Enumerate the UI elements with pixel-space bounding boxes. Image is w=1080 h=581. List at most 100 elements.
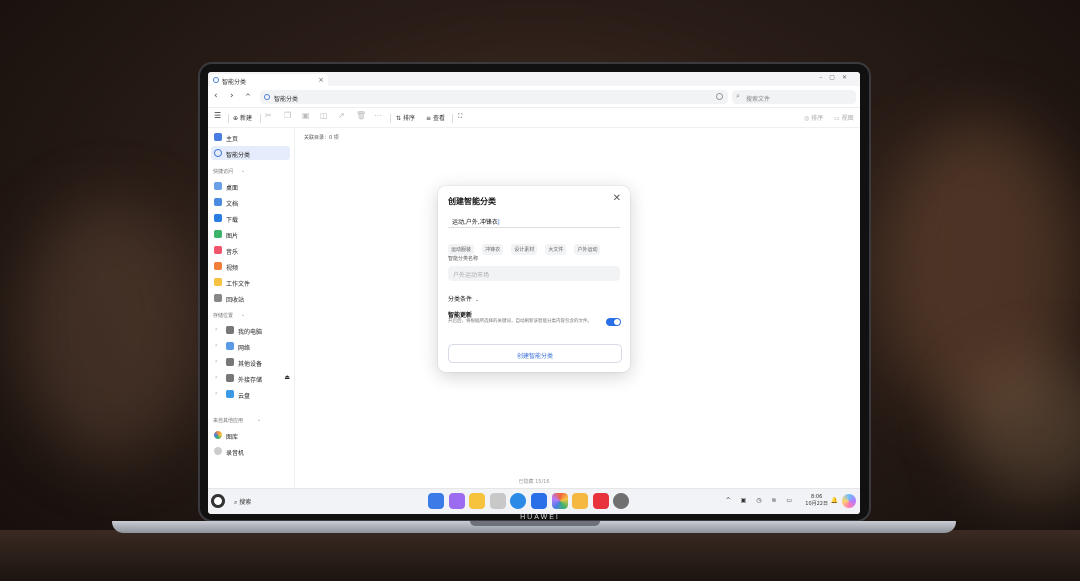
chevron-right-icon[interactable]: ›	[215, 358, 217, 365]
browser-icon[interactable]	[510, 493, 527, 509]
right-tool-2[interactable]: ▭ 视图	[834, 113, 854, 122]
close-tab-icon[interactable]: ×	[318, 76, 324, 84]
sidebar-item-music[interactable]: 音乐	[211, 243, 290, 257]
view-icon: ≡	[426, 115, 432, 122]
delete-icon[interactable]: 🗑	[356, 111, 366, 120]
copy-icon[interactable]: ❐	[284, 111, 291, 120]
sort-button[interactable]: ⇅ 排序	[396, 113, 415, 122]
sidebar-item-cloud[interactable]: › 云盘	[211, 387, 290, 401]
photos-icon[interactable]	[551, 493, 568, 509]
music-icon	[214, 246, 222, 254]
sidebar-item-label: 音乐	[226, 249, 239, 256]
fullscreen-icon[interactable]: ⛶	[458, 113, 462, 121]
app-store-icon[interactable]	[592, 493, 609, 509]
settings-icon[interactable]	[613, 493, 630, 509]
keyword-input-value: 运动,户外,冲锋衣	[452, 219, 498, 226]
keyword-tag[interactable]: 大文件	[545, 244, 567, 255]
sidebar-item-label: 云盘	[238, 393, 251, 400]
window-controls[interactable]: –▢✕	[819, 74, 854, 81]
clock[interactable]: 8:06 10月22日	[805, 494, 828, 508]
keyword-tag[interactable]: 冲锋衣	[482, 244, 504, 255]
laptop-hinge	[470, 521, 600, 526]
window-tab[interactable]: 智能分类 ×	[210, 74, 328, 86]
taskbar-search[interactable]: ⌕ 搜索	[234, 497, 251, 507]
view-label: 查看	[432, 115, 445, 122]
taskbar-apps	[428, 493, 634, 511]
sidebar-item-documents[interactable]: 文档	[211, 195, 290, 209]
keyword-tag[interactable]: 户外运动	[574, 244, 601, 255]
other-apps-heading[interactable]: 来自其他应用 ⌄	[213, 417, 261, 424]
menu-icon[interactable]: ☰	[214, 111, 221, 120]
sidebar-item-downloads[interactable]: 下载	[211, 211, 290, 225]
sidebar-item-gallery[interactable]: 图库	[211, 428, 290, 442]
sidebar-item-work-files[interactable]: 工作文件	[211, 275, 290, 289]
sidebar-item-pictures[interactable]: 图片	[211, 227, 290, 241]
notes-app-icon[interactable]	[469, 493, 486, 509]
sort-icon: ⇅	[396, 115, 402, 122]
category-name-placeholder: 户外运动市场	[453, 272, 490, 279]
document-icon	[214, 198, 222, 206]
sidebar-item-recycle-bin[interactable]: 回收站	[211, 291, 290, 305]
create-smart-category-button[interactable]: 创建智能分类	[448, 344, 622, 363]
sidebar-item-network[interactable]: › 网络	[211, 339, 290, 353]
category-name-input[interactable]: 户外运动市场	[448, 266, 620, 281]
sidebar-item-desktop[interactable]: 桌面	[211, 179, 290, 193]
brand-label: HUAWEI	[520, 514, 560, 521]
chevron-right-icon[interactable]: ›	[215, 390, 217, 397]
sidebar-item-recorder[interactable]: 录音机	[211, 444, 290, 458]
gallery-app-icon[interactable]	[448, 493, 465, 509]
sidebar-item-external-storage[interactable]: › 外接存储 ⏏	[211, 371, 290, 385]
cut-icon[interactable]: ✂	[265, 111, 272, 120]
chevron-right-icon[interactable]: ›	[215, 374, 217, 381]
download-icon	[214, 214, 222, 222]
trash-icon	[214, 294, 222, 302]
refresh-icon[interactable]	[716, 93, 723, 100]
right-tool-1[interactable]: ◎ 排序	[804, 113, 823, 122]
conditions-toggle[interactable]: 分类条件 ⌄	[448, 294, 479, 303]
back-button[interactable]: ‹	[214, 91, 218, 101]
rename-icon[interactable]: ◫	[320, 111, 328, 120]
share-icon[interactable]: ↗	[338, 111, 345, 120]
quick-access-heading[interactable]: 快捷访问 ⌄	[213, 168, 245, 175]
address-bar[interactable]: 智能分类	[260, 90, 728, 104]
assistant-icon[interactable]	[842, 494, 856, 508]
notification-icon[interactable]: 🔔	[831, 497, 838, 504]
eject-icon[interactable]: ⏏	[284, 374, 290, 381]
search-input[interactable]: ⌕ 搜索文件	[732, 90, 856, 104]
sidebar-item-my-computer[interactable]: › 我的电脑	[211, 323, 290, 337]
keyword-tag[interactable]: 设计素材	[511, 244, 538, 255]
new-button[interactable]: ⊕ 新建	[233, 113, 252, 122]
memo-icon[interactable]	[572, 493, 589, 509]
forward-button[interactable]: ›	[230, 91, 234, 101]
keyword-tag[interactable]: 运动服装	[448, 244, 475, 255]
sidebar-item-home[interactable]: 主页	[211, 130, 290, 144]
conditions-label: 分类条件	[448, 296, 473, 303]
create-smart-category-dialog: 创建智能分类 ✕ 运动,户外,冲锋衣| 运动服装 冲锋衣 设计素材 大文件 户外…	[438, 186, 630, 372]
view-button[interactable]: ≡ 查看	[426, 113, 445, 122]
storage-heading[interactable]: 存储位置 ⌄	[213, 312, 245, 319]
sidebar-item-other-devices[interactable]: › 其他设备	[211, 355, 290, 369]
sidebar-item-videos[interactable]: 视频	[211, 259, 290, 273]
taskbar-search-label: 搜索	[239, 499, 252, 506]
mail-icon[interactable]	[530, 493, 547, 509]
smart-update-switch[interactable]	[606, 318, 621, 326]
plus-icon: ⊕	[233, 115, 239, 122]
chevron-right-icon[interactable]: ›	[215, 326, 217, 333]
name-label: 智能分类名称	[448, 256, 479, 262]
smart-update-label: 智能更新	[448, 312, 473, 319]
app-launcher-icon[interactable]	[428, 493, 444, 509]
paste-icon[interactable]: ▣	[302, 111, 310, 120]
up-button[interactable]: ^	[245, 93, 251, 101]
close-icon[interactable]: ✕	[613, 193, 621, 204]
sidebar-item-label: 桌面	[226, 185, 239, 192]
new-label: 新建	[239, 115, 252, 122]
system-tray[interactable]: ^ ▣ ◷ ≋ ▭	[726, 497, 796, 504]
more-icon[interactable]: ⋯	[374, 111, 382, 120]
view-icon: ▭	[834, 115, 840, 122]
sidebar-item-smart-category[interactable]: 智能分类	[211, 146, 290, 160]
clock-time: 8:06	[811, 494, 823, 500]
start-button[interactable]	[211, 494, 225, 508]
keyword-input[interactable]: 运动,户外,冲锋衣|	[448, 214, 620, 228]
recycle-bin-icon[interactable]	[489, 493, 506, 509]
chevron-right-icon[interactable]: ›	[215, 342, 217, 349]
